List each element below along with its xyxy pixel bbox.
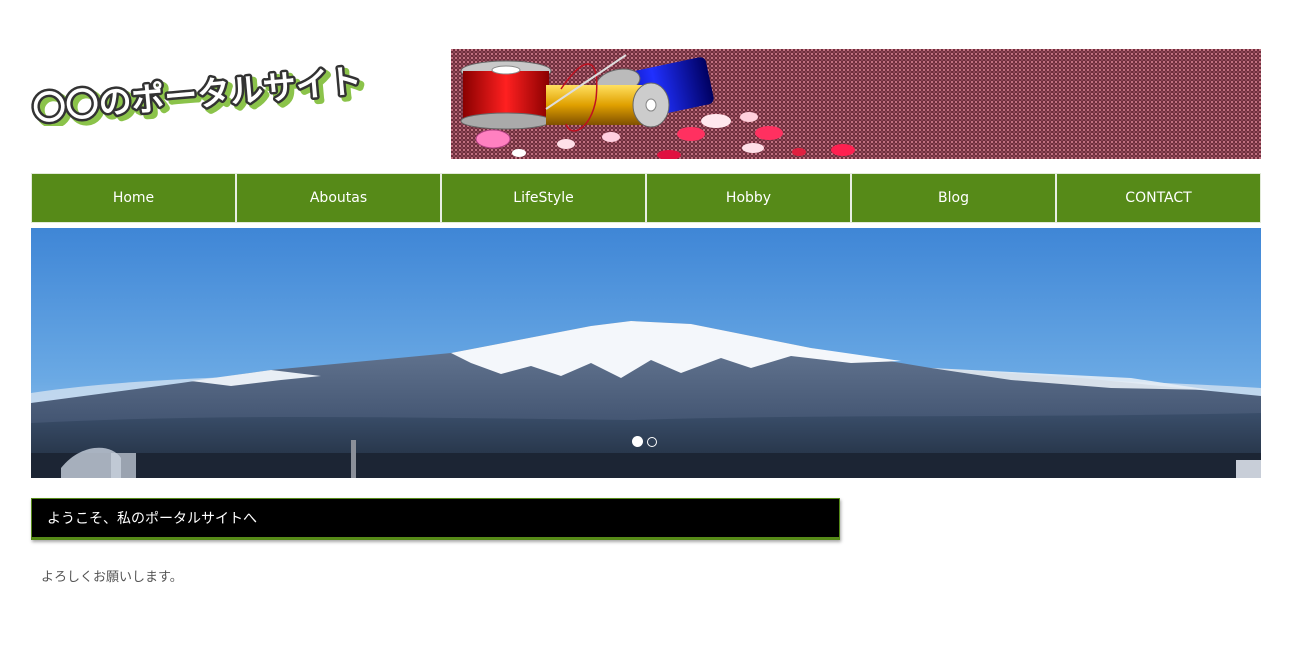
red-thread-spool	[460, 60, 552, 130]
slider-dots	[632, 436, 657, 447]
nav-aboutas[interactable]: Aboutas	[235, 173, 440, 223]
nav-lifestyle[interactable]: LifeStyle	[440, 173, 645, 223]
nav-hobby[interactable]: Hobby	[645, 173, 850, 223]
welcome-heading-text: ようこそ、私のポータルサイトへ	[47, 511, 257, 527]
site-logo[interactable]: 〇〇のポータルサイト 〇〇のポータルサイト	[30, 56, 410, 126]
header-banner-image	[451, 49, 1261, 159]
nav-home[interactable]: Home	[31, 173, 235, 223]
slider-dot-2[interactable]	[647, 437, 657, 447]
welcome-heading: ようこそ、私のポータルサイトへ	[31, 498, 840, 540]
slider-dot-1[interactable]	[632, 436, 643, 447]
main-nav: Home Aboutas LifeStyle Hobby Blog CONTAC…	[31, 173, 1261, 223]
nav-contact[interactable]: CONTACT	[1055, 173, 1261, 223]
nav-blog[interactable]: Blog	[850, 173, 1055, 223]
greeting-text: よろしくお願いします。	[41, 570, 183, 585]
